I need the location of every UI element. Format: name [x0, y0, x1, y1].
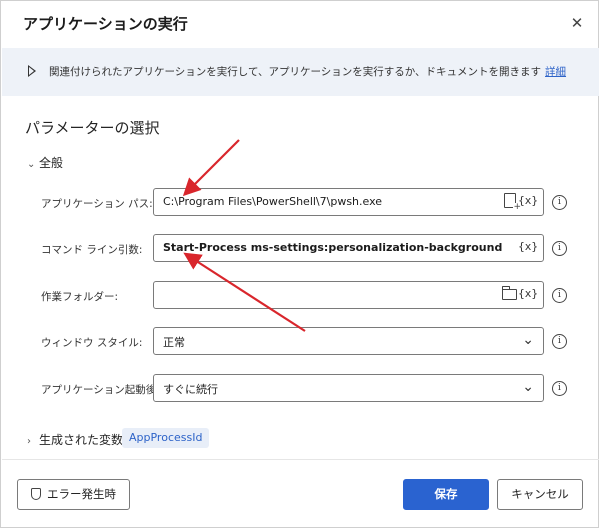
info-icon[interactable]: i — [552, 195, 567, 210]
run-application-dialog: アプリケーションの実行 ✕ 関連付けられたアプリケーションを実行して、アプリケー… — [0, 0, 599, 528]
app-path-input[interactable]: C:\Program Files\PowerShell\7\pwsh.exe {… — [153, 188, 544, 216]
info-icon[interactable]: i — [552, 288, 567, 303]
generated-variables-toggle[interactable]: › 生成された変数 — [27, 431, 123, 448]
section-title: パラメーターの選択 — [25, 119, 160, 137]
play-icon — [28, 65, 36, 77]
after-launch-label: アプリケーション起動後: — [41, 384, 160, 396]
info-icon[interactable]: i — [552, 241, 567, 256]
info-description: 関連付けられたアプリケーションを実行して、アプリケーションを実行するか、ドキュメ… — [49, 66, 542, 78]
args-value: Start-Process ms-settings:personalizatio… — [163, 241, 503, 254]
folder-icon[interactable] — [502, 286, 517, 300]
after-launch-select[interactable]: すぐに続行 ⌄ — [153, 374, 544, 402]
info-icon[interactable]: i — [552, 381, 567, 396]
app-path-value: C:\Program Files\PowerShell\7\pwsh.exe — [163, 195, 383, 208]
shield-icon — [31, 488, 41, 500]
file-select-icon[interactable] — [504, 193, 521, 212]
info-text: 関連付けられたアプリケーションを実行して、アプリケーションを実行するか、ドキュメ… — [49, 64, 566, 79]
annotation-arrow-1 — [182, 139, 240, 197]
chevron-right-icon: › — [27, 436, 31, 447]
close-icon[interactable]: ✕ — [567, 13, 587, 33]
workdir-input[interactable]: {x} — [153, 281, 544, 309]
generated-variables-label: 生成された変数 — [39, 433, 124, 447]
chevron-down-icon: ⌄ — [27, 159, 36, 170]
variable-icon[interactable]: {x} — [518, 194, 538, 207]
cancel-button[interactable]: キャンセル — [497, 479, 583, 510]
args-input[interactable]: Start-Process ms-settings:personalizatio… — [153, 234, 544, 262]
on-error-label: エラー発生時 — [47, 487, 116, 501]
chevron-down-icon: ⌄ — [522, 332, 534, 348]
general-group-label: 全般 — [39, 156, 64, 170]
dialog-title: アプリケーションの実行 — [23, 15, 188, 33]
workdir-label: 作業フォルダー: — [41, 291, 119, 303]
general-group-toggle[interactable]: ⌄ 全般 — [27, 154, 63, 171]
window-style-select[interactable]: 正常 ⌄ — [153, 327, 544, 355]
details-link[interactable]: 詳細 — [545, 66, 566, 78]
variable-icon[interactable]: {x} — [518, 240, 538, 253]
window-style-value: 正常 — [163, 336, 185, 349]
args-label: コマンド ライン引数: — [41, 244, 143, 256]
after-launch-value: すぐに続行 — [163, 383, 218, 396]
on-error-button[interactable]: エラー発生時 — [17, 479, 130, 510]
window-style-label: ウィンドウ スタイル: — [41, 337, 143, 349]
variable-icon[interactable]: {x} — [518, 287, 538, 300]
footer-divider — [2, 459, 599, 460]
chevron-down-icon: ⌄ — [522, 379, 534, 395]
save-button[interactable]: 保存 — [403, 479, 489, 510]
info-icon[interactable]: i — [552, 334, 567, 349]
variable-chip[interactable]: AppProcessId — [122, 428, 210, 448]
app-path-label: アプリケーション パス: — [41, 198, 153, 210]
